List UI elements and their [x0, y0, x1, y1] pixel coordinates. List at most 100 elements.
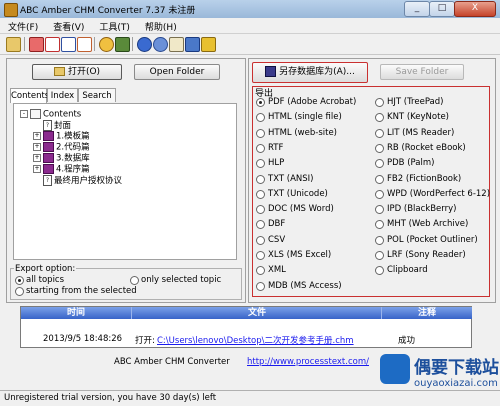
tree-node-label: 2.代码篇 — [56, 142, 90, 153]
all-topics-radio[interactable] — [15, 276, 24, 285]
format-radio[interactable] — [256, 159, 265, 169]
minimize-button[interactable]: _ — [404, 1, 430, 17]
open-icon[interactable] — [6, 37, 21, 52]
format-radio[interactable] — [256, 128, 265, 138]
tree-node[interactable]: +1.模板篇 — [33, 131, 90, 142]
format-label: IPD (BlackBerry) — [387, 204, 457, 215]
contents-tree[interactable]: - Contents ? 封面 +1.模板篇 +2.代码篇 +3.数据库 +4.程序… — [13, 103, 237, 260]
format-radio[interactable] — [256, 220, 265, 230]
spellcheck-icon[interactable] — [115, 37, 130, 52]
tree-node-label: 3.数据库 — [56, 153, 90, 164]
format-label: KNT (KeyNote) — [387, 112, 449, 123]
watermark-domain: ouyaoxiazai.com — [414, 378, 498, 389]
expand-icon[interactable]: + — [33, 165, 41, 173]
expand-icon[interactable]: + — [33, 132, 41, 140]
help-icon[interactable] — [137, 37, 152, 52]
doc-icon[interactable] — [45, 37, 60, 52]
menu-view[interactable]: 查看(V) — [45, 18, 91, 33]
format-radio[interactable] — [375, 220, 384, 230]
toolbar — [0, 34, 500, 55]
book-icon — [43, 153, 54, 163]
format-radio[interactable] — [256, 205, 265, 215]
format-radio[interactable] — [256, 98, 265, 107]
format-radio[interactable] — [375, 266, 384, 276]
format-radio[interactable] — [256, 266, 265, 276]
status-bar: Unregistered trial version, you have 30 … — [0, 390, 500, 406]
format-radio[interactable] — [375, 128, 384, 138]
save-folder-button[interactable]: Save Folder — [380, 64, 464, 80]
log-header-time: 时间 — [21, 307, 131, 319]
format-radio[interactable] — [256, 281, 265, 291]
save-as-label: 另存数据库为(A)... — [279, 67, 355, 77]
tab-search[interactable]: Search — [78, 88, 116, 102]
collapse-icon[interactable]: - — [20, 110, 28, 118]
format-radio[interactable] — [256, 113, 265, 123]
format-radio[interactable] — [375, 98, 384, 107]
format-radio[interactable] — [256, 235, 265, 245]
pdf-icon[interactable] — [29, 37, 44, 52]
tab-strip: Contents Index Search — [10, 88, 240, 103]
tab-contents[interactable]: Contents — [10, 88, 49, 103]
expand-icon[interactable]: + — [33, 154, 41, 162]
format-label: MHT (Web Archive) — [387, 219, 469, 230]
rtf-icon[interactable] — [77, 37, 92, 52]
window-title: ABC Amber CHM Converter 7.37 未注册 — [20, 6, 196, 16]
format-label: HTML (single file) — [268, 112, 342, 123]
log-file-link[interactable]: C:\Users\lenovo\Desktop\二次开发参考手册.chm — [157, 334, 354, 346]
maximize-button[interactable]: □ — [429, 1, 455, 17]
save-as-button[interactable]: 另存数据库为(A)... — [252, 62, 368, 83]
format-radio[interactable] — [375, 251, 384, 260]
format-radio[interactable] — [375, 113, 384, 123]
only-selected-label: only selected topic — [141, 275, 222, 285]
format-radio[interactable] — [256, 143, 265, 153]
format-radio[interactable] — [375, 205, 384, 215]
mail-icon[interactable] — [169, 37, 184, 52]
format-radio[interactable] — [375, 174, 384, 184]
open-folder-button[interactable]: Open Folder — [134, 64, 220, 80]
menu-file[interactable]: 文件(F) — [0, 18, 45, 33]
tree-node[interactable]: +4.程序篇 — [33, 164, 90, 175]
format-label: HLP — [268, 158, 285, 169]
log-header-file: 文件 — [131, 307, 382, 319]
tree-node[interactable]: +2.代码篇 — [33, 142, 90, 153]
expand-icon[interactable]: + — [33, 143, 41, 151]
format-label: HJT (TreePad) — [387, 97, 444, 107]
format-radio[interactable] — [256, 189, 265, 199]
export-option-title: Export option: — [14, 264, 77, 274]
tree-node[interactable]: ? 最终用户授权协议 — [43, 175, 122, 186]
tree-node-root[interactable]: - Contents — [20, 109, 81, 120]
close-button[interactable]: X — [454, 1, 496, 17]
format-label: DOC (MS Word) — [268, 204, 334, 215]
format-list-right: HJT (TreePad) KNT (KeyNote) LIT (MS Reader… — [375, 97, 490, 295]
menu-tools[interactable]: 工具(T) — [91, 18, 137, 33]
tab-index[interactable]: Index — [47, 88, 78, 102]
help-page-icon: ? — [43, 175, 52, 186]
open-button[interactable]: 打开(O) — [32, 64, 122, 80]
tree-node[interactable]: ? 封面 — [43, 120, 71, 131]
info-icon[interactable] — [185, 37, 200, 52]
footer-website-link[interactable]: http://www.processtext.com/ — [247, 357, 369, 367]
format-radio[interactable] — [256, 174, 265, 184]
format-label: DBF — [268, 219, 286, 230]
format-label: POL (Pocket Outliner) — [387, 234, 478, 245]
format-radio[interactable] — [375, 235, 384, 245]
menu-help[interactable]: 帮助(H) — [137, 18, 184, 33]
format-label: HTML (web-site) — [268, 127, 337, 138]
format-label: LRF (Sony Reader) — [387, 250, 466, 260]
key-icon[interactable] — [201, 37, 216, 52]
only-selected-radio[interactable] — [130, 276, 139, 285]
title-bar: ABC Amber CHM Converter 7.37 未注册 _ □ X — [0, 0, 500, 19]
html-icon[interactable] — [61, 37, 76, 52]
tree-node[interactable]: +3.数据库 — [33, 153, 90, 164]
format-label: FB2 (FictionBook) — [387, 173, 462, 184]
globe-icon[interactable] — [153, 37, 168, 52]
format-radio[interactable] — [256, 251, 265, 260]
hand-icon[interactable] — [99, 37, 114, 52]
format-radio[interactable] — [375, 189, 384, 199]
log-action: 打开: — [135, 336, 155, 346]
format-radio[interactable] — [375, 143, 384, 153]
format-label: Clipboard — [387, 265, 428, 276]
starting-from-radio[interactable] — [15, 287, 24, 296]
log-table[interactable]: 时间 文件 注释 2013/9/5 18:48:26 打开: C:\Users\… — [20, 306, 472, 348]
format-radio[interactable] — [375, 159, 384, 169]
